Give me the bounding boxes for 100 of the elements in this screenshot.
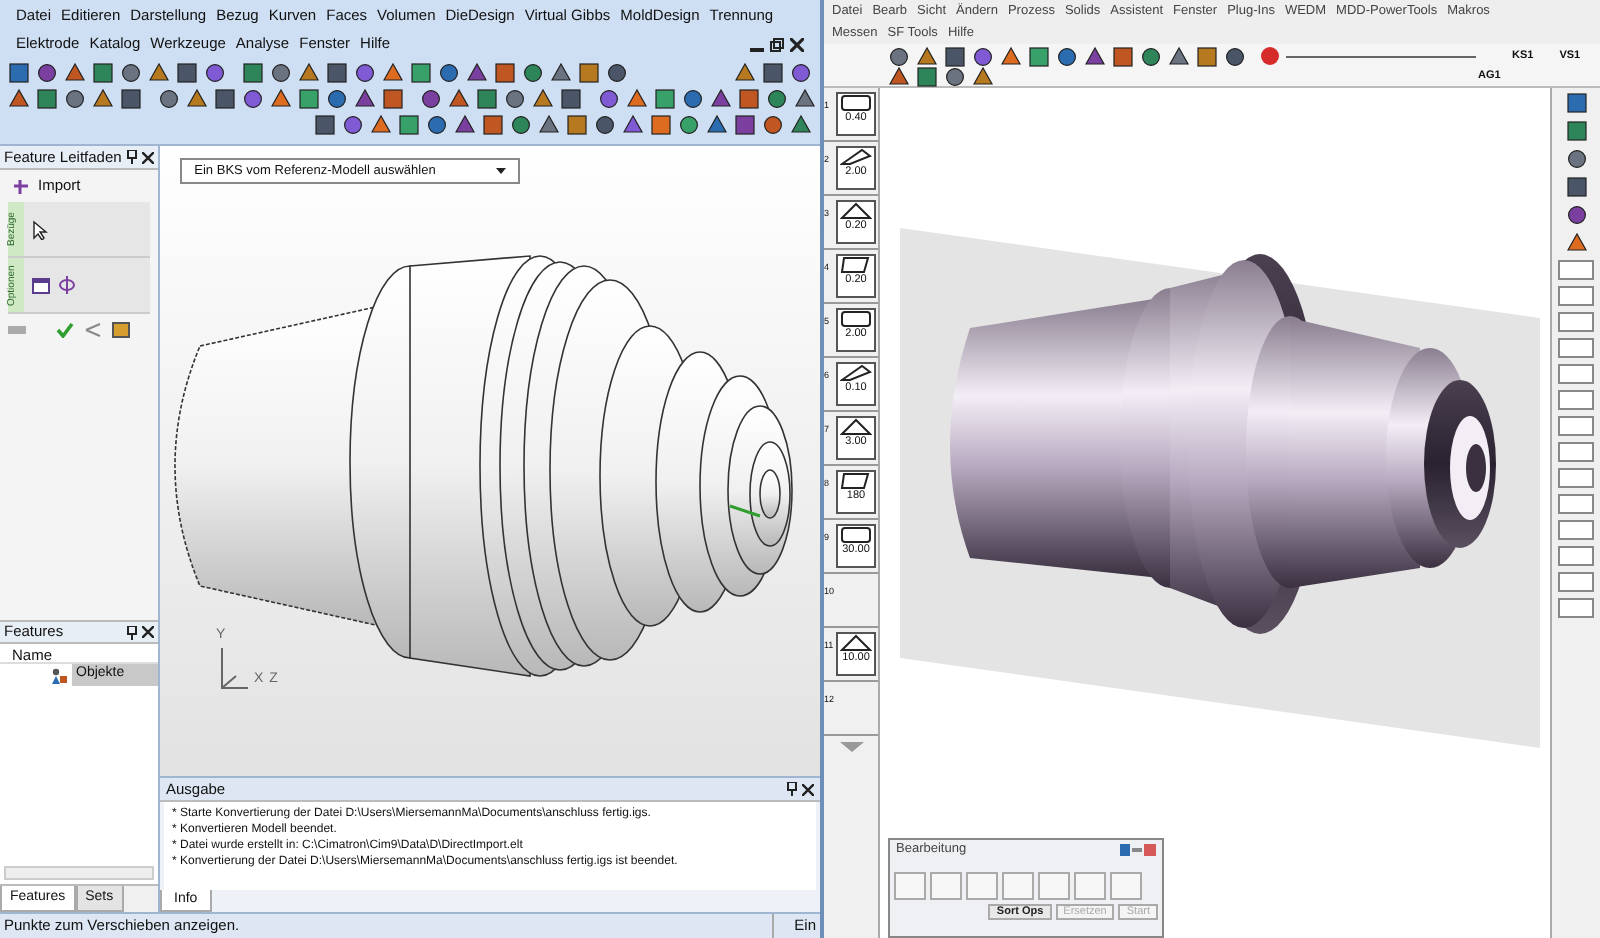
toolbar-tool-icon[interactable] [762, 114, 784, 136]
panel-controls-icon[interactable] [1120, 844, 1156, 856]
toolbar-tool-icon[interactable] [36, 88, 58, 110]
viewport-3d[interactable] [880, 88, 1550, 830]
toolbar-tool-icon[interactable] [342, 114, 364, 136]
toolbar-tool-icon[interactable] [578, 62, 600, 84]
toolbar-tool-icon[interactable] [148, 62, 170, 84]
toolbar-tool-icon[interactable] [738, 88, 760, 110]
turret-slot[interactable] [1558, 416, 1594, 436]
toolbar-tool-icon[interactable] [1140, 45, 1162, 67]
toolbar-tool-icon[interactable] [314, 114, 336, 136]
turret-slot[interactable] [1558, 494, 1594, 514]
toolbar-tool-icon[interactable] [8, 62, 30, 84]
turret-slot[interactable] [1558, 338, 1594, 358]
toolbar-tool-icon[interactable] [270, 62, 292, 84]
toolbar-tool-icon[interactable] [734, 114, 756, 136]
toolbar-tool-icon[interactable] [734, 62, 756, 84]
toolbar-tool-icon[interactable] [598, 88, 620, 110]
toolbar-tool-icon[interactable] [532, 88, 554, 110]
toolbar-tool-icon[interactable] [790, 62, 812, 84]
toolbar-tool-icon[interactable] [326, 88, 348, 110]
toolbar-tool-icon[interactable] [622, 114, 644, 136]
toolbar-tool-icon[interactable] [466, 62, 488, 84]
toolbar-tool-icon[interactable] [1565, 232, 1587, 254]
toolbar-tool-icon[interactable] [298, 88, 320, 110]
toolbar-tool-icon[interactable] [1565, 204, 1587, 226]
toolbar-tool-icon[interactable] [1056, 45, 1078, 67]
toolbar-tool-icon[interactable] [1224, 45, 1246, 67]
toolbar-tool-icon[interactable] [448, 88, 470, 110]
pin-icon[interactable] [786, 782, 798, 796]
check-icon[interactable] [56, 322, 74, 338]
turret-slot[interactable] [1558, 312, 1594, 332]
toolbar-tool-icon[interactable] [398, 114, 420, 136]
toolbar-tool-icon[interactable] [92, 88, 114, 110]
turret-slot[interactable] [1558, 572, 1594, 592]
toolbar-tool-icon[interactable] [8, 88, 30, 110]
toolbar-tool-icon[interactable] [326, 62, 348, 84]
toolbar-tool-icon[interactable] [64, 62, 86, 84]
toolbar-tool-icon[interactable] [790, 114, 812, 136]
toolbar-tool-icon[interactable] [522, 62, 544, 84]
toolbar-tool-icon[interactable] [214, 88, 236, 110]
toolbar-tool-icon[interactable] [972, 45, 994, 67]
toolbar-tool-icon[interactable] [36, 62, 58, 84]
toolbar-tool-icon[interactable] [710, 88, 732, 110]
toolbar-tool-icon[interactable] [944, 66, 966, 88]
window-icon[interactable] [32, 277, 50, 293]
cursor-icon[interactable] [32, 219, 50, 239]
toolbar-tool-icon[interactable] [916, 66, 938, 88]
toolbar-tool-icon[interactable] [682, 88, 704, 110]
toolbar-tool-icon[interactable] [550, 62, 572, 84]
pin-icon[interactable] [126, 625, 138, 639]
toolbar-tool-icon[interactable] [944, 45, 966, 67]
toolbar-tool-icon[interactable] [1196, 45, 1218, 67]
toolbar-tool-icon[interactable] [242, 62, 264, 84]
turret-slot[interactable] [1558, 442, 1594, 462]
toolbar-tool-icon[interactable] [476, 88, 498, 110]
phi-icon[interactable] [58, 276, 76, 294]
toolbar-tool-icon[interactable] [204, 62, 226, 84]
toolbar-tool-icon[interactable] [1565, 176, 1587, 198]
toolbar-tool-icon[interactable] [186, 88, 208, 110]
toolbar-tool-icon[interactable] [494, 62, 516, 84]
toolbar-tool-icon[interactable] [538, 114, 560, 136]
toolbar-tool-icon[interactable] [298, 62, 320, 84]
toolbar-tool-icon[interactable] [382, 62, 404, 84]
toolbar-tool-icon[interactable] [482, 114, 504, 136]
pin-icon[interactable] [126, 150, 138, 164]
toolbar-tool-icon[interactable] [1112, 45, 1134, 67]
toolbar-tool-icon[interactable] [560, 88, 582, 110]
toolbar-tool-icon[interactable] [410, 62, 432, 84]
toolbar-tool-icon[interactable] [678, 114, 700, 136]
toolbar-tool-icon[interactable] [92, 62, 114, 84]
toolbar-tool-icon[interactable] [888, 45, 910, 67]
turret-slot[interactable] [1558, 286, 1594, 306]
toolbar-tool-icon[interactable] [420, 88, 442, 110]
stop-icon[interactable] [1260, 46, 1280, 66]
turret-slot[interactable] [1558, 364, 1594, 384]
close-icon[interactable] [790, 37, 804, 51]
toolbar-tool-icon[interactable] [64, 88, 86, 110]
toolbar-tool-icon[interactable] [176, 62, 198, 84]
toolbar-tool-icon[interactable] [626, 88, 648, 110]
toolbar-tool-icon[interactable] [382, 88, 404, 110]
toolbar-tool-icon[interactable] [370, 114, 392, 136]
turret-slot[interactable] [1558, 546, 1594, 566]
toolbar-tool-icon[interactable] [566, 114, 588, 136]
toolbar-tool-icon[interactable] [1028, 45, 1050, 67]
turret-slot[interactable] [1558, 598, 1594, 618]
toolbar-tool-icon[interactable] [354, 88, 376, 110]
toolbar-tool-icon[interactable] [654, 88, 676, 110]
turret-slot[interactable] [1558, 468, 1594, 488]
horizontal-scrollbar[interactable] [4, 866, 154, 880]
toolbar-tool-icon[interactable] [1565, 148, 1587, 170]
toolbar-tool-icon[interactable] [510, 114, 532, 136]
close-icon[interactable] [142, 151, 154, 163]
turret-slot[interactable] [1558, 390, 1594, 410]
toolbar-tool-icon[interactable] [242, 88, 264, 110]
toolbar-tool-icon[interactable] [650, 114, 672, 136]
toolbar-tool-icon[interactable] [120, 88, 142, 110]
toolbar-tool-icon[interactable] [454, 114, 476, 136]
toolbar-tool-icon[interactable] [426, 114, 448, 136]
toolbar-tool-icon[interactable] [120, 62, 142, 84]
